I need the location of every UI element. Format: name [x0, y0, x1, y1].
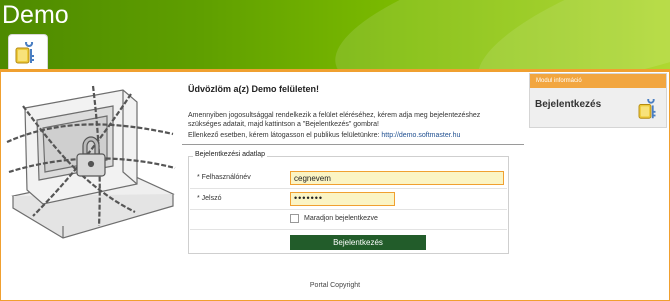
- username-label: * Felhasználónév: [197, 174, 251, 181]
- remember-me-checkbox[interactable]: [290, 214, 299, 223]
- module-info-header: Modul információ: [530, 74, 666, 88]
- public-site-hint: Ellenkező esetben, kérem látogasson el p…: [188, 132, 460, 139]
- row-divider: [190, 209, 507, 210]
- login-form: Bejelentkezési adatlap * Felhasználónév …: [188, 151, 509, 254]
- intro-text: Amennyiben jogosultsággal rendelkezik a …: [188, 112, 481, 128]
- password-input[interactable]: •••••••: [290, 192, 395, 206]
- divider: [182, 144, 524, 145]
- module-info-panel: Modul információ Bejelentkezés: [529, 73, 667, 128]
- row-divider: [190, 188, 507, 189]
- login-form-legend: Bejelentkezési adatlap: [193, 151, 268, 158]
- lock-key-icon: [15, 42, 34, 64]
- module-info-title: Bejelentkezés: [535, 99, 602, 110]
- public-site-link[interactable]: http://demo.softmaster.hu: [381, 132, 460, 139]
- header-banner: Demo: [0, 0, 670, 72]
- welcome-title: Üdvözlöm a(z) Demo felületen!: [188, 84, 320, 94]
- app-title: Demo: [2, 1, 69, 29]
- row-divider: [190, 229, 507, 230]
- remember-me-label[interactable]: Maradjon bejelentkezve: [304, 215, 378, 222]
- lock-key-icon: [638, 99, 656, 119]
- password-label: * Jelszó: [197, 195, 222, 202]
- chained-computer-illustration: [6, 85, 176, 239]
- tab-login[interactable]: [8, 34, 48, 71]
- footer-copyright: Portal Copyright: [309, 282, 361, 289]
- public-site-text: Ellenkező esetben, kérem látogasson el p…: [188, 132, 380, 139]
- login-button[interactable]: Bejelentkezés: [290, 235, 426, 250]
- username-input[interactable]: [290, 171, 504, 185]
